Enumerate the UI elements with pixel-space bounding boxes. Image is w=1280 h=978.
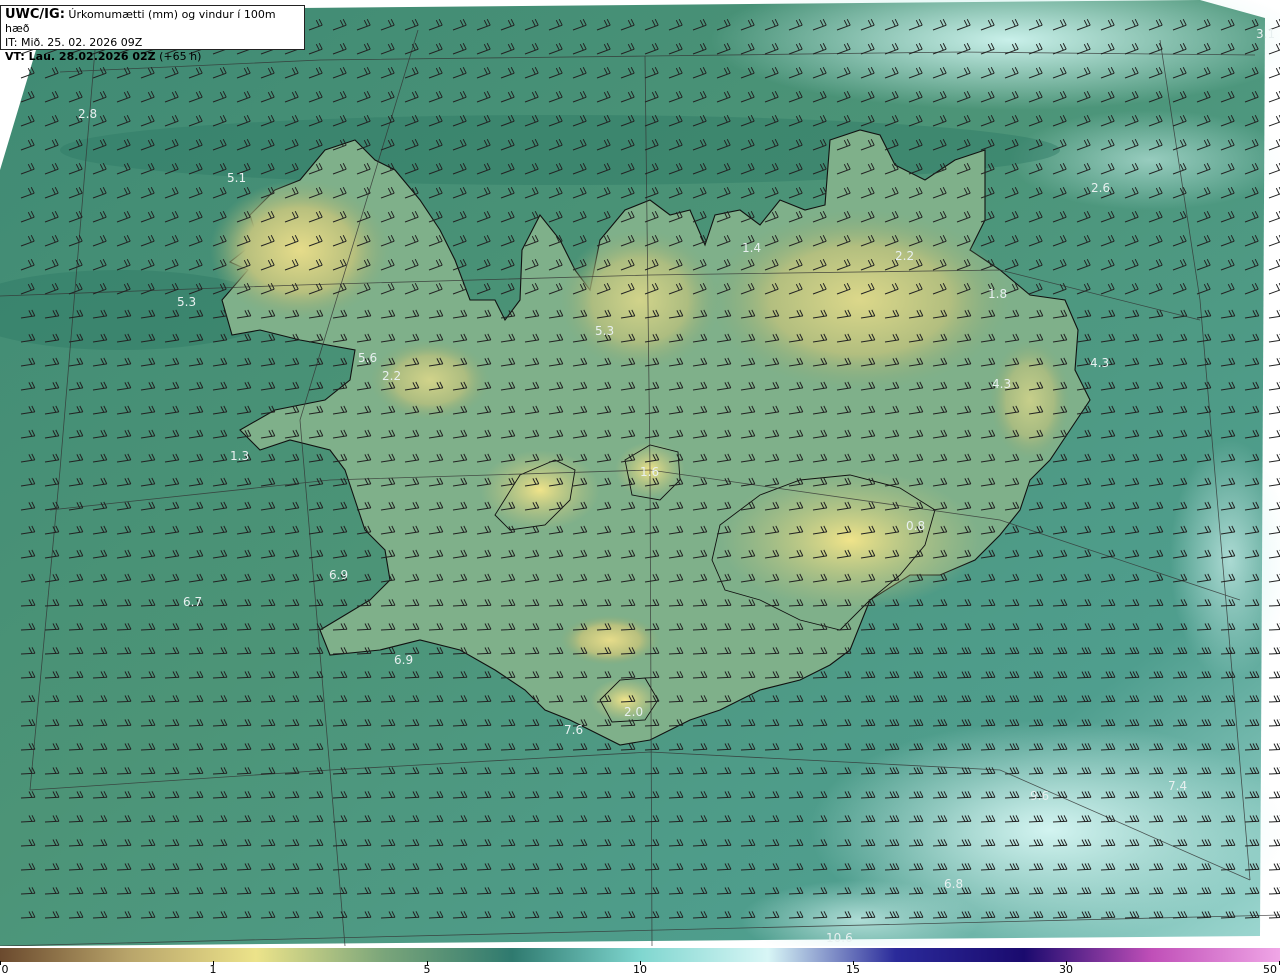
lead-time: (+65 h) — [159, 50, 202, 63]
colorbar-label: 30 — [1059, 963, 1073, 976]
map-label: 5.3 — [177, 295, 196, 309]
map-label: 2.0 — [624, 705, 643, 719]
map-label: 4.3 — [1090, 356, 1109, 370]
terrain-south-highlands — [560, 615, 660, 665]
map-label: 2.8 — [78, 107, 97, 121]
colorbar-label: 50 — [1263, 963, 1277, 976]
map-label: 0.8 — [906, 519, 925, 533]
map-label: 1.3 — [230, 449, 249, 463]
wind-barb — [1268, 743, 1280, 751]
wind-barb — [1268, 258, 1280, 271]
terrain-north — [560, 230, 720, 370]
wind-barb — [1268, 719, 1280, 727]
colorbar-label: 1 — [209, 963, 217, 976]
wind-barb — [1268, 234, 1280, 247]
map-label: 2.2 — [382, 369, 401, 383]
map-label: 2.2 — [895, 249, 914, 263]
map-label: 4.3 — [992, 377, 1011, 391]
wind-barb — [1268, 186, 1280, 199]
precipitation-wind-map: 2.8 5.1 5.3 5.6 2.2 2.6 5.3 4.3 4.3 6.9 … — [0, 0, 1280, 946]
wind-barb — [1268, 647, 1280, 655]
colorbar-label: 5 — [423, 963, 431, 976]
wind-barb — [1268, 453, 1280, 463]
map-label: 9.6 — [1030, 789, 1049, 803]
product-name: UWC/IG: — [5, 7, 65, 22]
wind-barb — [1268, 309, 1280, 319]
map-label: 3.1 — [1256, 27, 1275, 41]
wind-barb — [1268, 333, 1280, 343]
map-label: 1.8 — [988, 287, 1007, 301]
map-label: 5.3 — [595, 324, 614, 338]
high-precip-ne-2 — [1010, 110, 1280, 210]
wind-barb — [1268, 90, 1280, 103]
map-label: 7.6 — [564, 723, 583, 737]
wind-barb — [1268, 695, 1280, 703]
map-label: 5.6 — [358, 351, 377, 365]
colorbar-label: 10 — [633, 963, 647, 976]
wind-barb — [1268, 210, 1280, 223]
map-label: 5.1 — [227, 171, 246, 185]
map-label: 6.7 — [183, 595, 202, 609]
valid-time-row: VT: Lau. 28.02.2026 02Z (+65 h) — [5, 50, 300, 64]
terrain-westfjords — [210, 180, 390, 320]
terrain-vatnajokull — [720, 470, 980, 610]
map-label: 7.4 — [1168, 779, 1187, 793]
map-label: 6.8 — [944, 877, 963, 891]
wind-barb — [1268, 671, 1280, 679]
wind-barb — [1268, 114, 1280, 127]
colorbar-label: 0 — [1, 963, 9, 976]
wind-barb — [1268, 887, 1280, 895]
map-label: 6.9 — [329, 568, 348, 582]
wind-barb — [1268, 429, 1280, 439]
map-label: 6.9 — [394, 653, 413, 667]
colorbar-label: 15 — [846, 963, 860, 976]
map-header: UWC/IG: Úrkomumætti (mm) og vindur í 100… — [0, 5, 305, 63]
map-label: 2.6 — [1091, 181, 1110, 195]
colorbar-strip — [0, 948, 1280, 962]
colorbar: 0 1 5 10 15 30 50 — [0, 948, 1280, 978]
wind-barb — [1268, 767, 1280, 775]
init-time: IT: Mið. 25. 02. 2026 09Z — [5, 36, 143, 49]
wind-barb — [1268, 911, 1280, 919]
valid-time: VT: Lau. 28.02.2026 02Z — [5, 50, 156, 63]
terrain-eastfjords — [990, 340, 1070, 460]
map-label: 1.6 — [640, 465, 659, 479]
wind-barb — [1268, 405, 1280, 415]
wind-barb — [1268, 357, 1280, 367]
map-label: 10.6 — [826, 931, 853, 945]
wind-barb — [1268, 381, 1280, 391]
wind-barb — [1268, 282, 1280, 295]
map-label: 1.4 — [742, 241, 761, 255]
header-title-row: UWC/IG: Úrkomumætti (mm) og vindur í 100… — [5, 8, 300, 36]
